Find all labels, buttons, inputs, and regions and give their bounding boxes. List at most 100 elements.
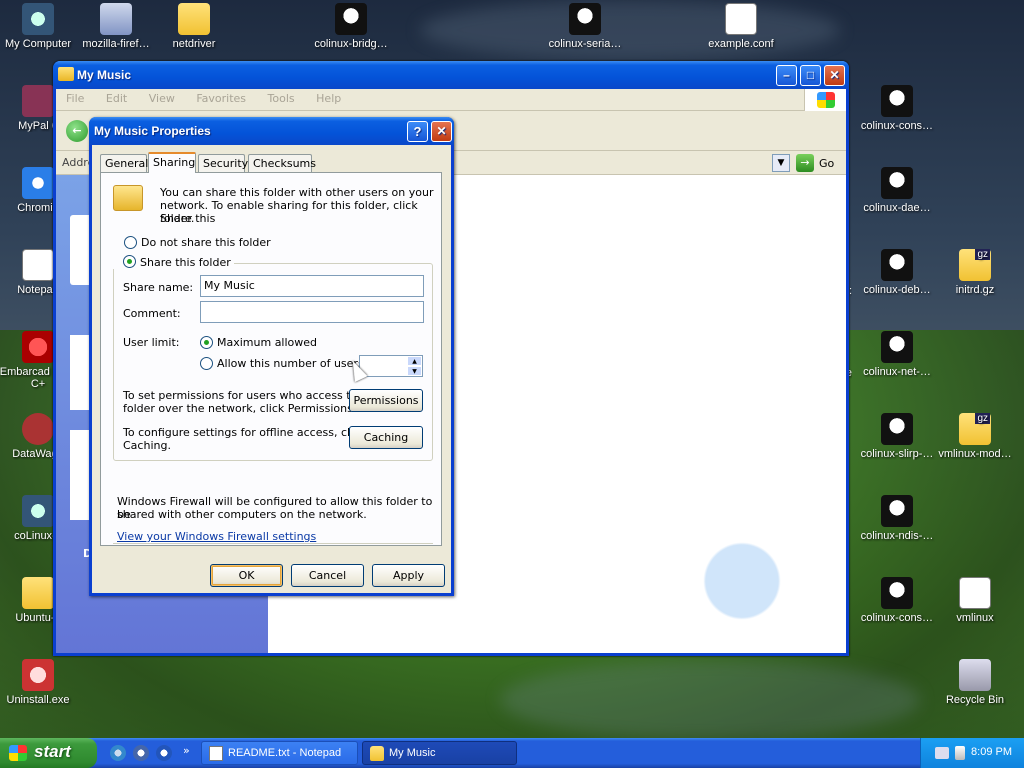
allow-number-radio[interactable]: [200, 357, 213, 370]
share-name-input[interactable]: My Music: [200, 275, 424, 297]
penguin-icon: [335, 3, 367, 35]
go-arrow-icon[interactable]: →: [796, 154, 814, 172]
tab-general[interactable]: General: [100, 154, 148, 172]
dialog-close-button[interactable]: ✕: [431, 121, 452, 142]
start-button[interactable]: start: [0, 738, 97, 768]
desktop-icon-uninstall[interactable]: Uninstall.exe: [0, 659, 78, 706]
menu-tools[interactable]: Tools: [268, 92, 295, 105]
menu-edit[interactable]: Edit: [106, 92, 127, 105]
user-count-spinner[interactable]: ▲ ▼: [359, 355, 423, 377]
maximize-button[interactable]: □: [800, 65, 821, 86]
computer-icon: [22, 3, 54, 35]
permissions-text-line-1: To set permissions for users who access …: [123, 389, 367, 402]
system-tray: 8:09 PM: [920, 738, 1024, 768]
maximum-allowed-label[interactable]: Maximum allowed: [217, 336, 317, 349]
desktop-icon-colinux-bridge[interactable]: colinux-bridg…: [311, 3, 391, 50]
share-this-folder-label[interactable]: Share this folder: [140, 256, 231, 269]
share-name-label: Share name:: [123, 281, 194, 294]
ie-quicklaunch-icon[interactable]: [110, 745, 126, 761]
tab-security[interactable]: Security: [198, 154, 248, 172]
cancel-button[interactable]: Cancel: [291, 564, 364, 587]
apply-button[interactable]: Apply: [372, 564, 445, 587]
devcpp-icon: [22, 331, 54, 363]
quicklaunch-more-icon[interactable]: »: [183, 744, 190, 757]
taskbar-item-notepad[interactable]: README.txt - Notepad: [201, 741, 358, 765]
sharing-panel: You can share this folder with other use…: [100, 172, 442, 546]
folder-icon: [178, 3, 210, 35]
penguin-icon: [881, 167, 913, 199]
intro-text-line-3: folder.: [160, 212, 195, 225]
go-button-label[interactable]: Go: [819, 157, 834, 170]
mypal-icon: [22, 85, 54, 117]
taskbar: start » README.txt - Notepad My Music 8:…: [0, 738, 1024, 768]
menu-help[interactable]: Help: [316, 92, 341, 105]
desktop-icon-recycle-bin[interactable]: Recycle Bin: [935, 659, 1015, 706]
caching-text-line-1: To configure settings for offline access…: [123, 426, 366, 439]
windows-logo-icon: [804, 89, 846, 111]
close-button[interactable]: ✕: [824, 65, 845, 86]
share-groupbox-title: Share this folder: [111, 255, 234, 269]
menu-file[interactable]: File: [66, 92, 84, 105]
spinner-up-button[interactable]: ▲: [407, 356, 422, 366]
notepad-icon: [209, 746, 223, 761]
desktop-icon-colinux-console[interactable]: colinux-cons…: [857, 85, 937, 132]
penguin-icon: [881, 85, 913, 117]
folder-icon: [58, 67, 74, 81]
colinux-icon: [22, 495, 54, 527]
allow-number-label[interactable]: Allow this number of users:: [217, 357, 367, 370]
desktop-icon-colinux-ndis[interactable]: colinux-ndis-…: [857, 495, 937, 542]
taskbar-item-my-music[interactable]: My Music: [362, 741, 517, 765]
desktop-icon-colinux-slirp[interactable]: colinux-slirp-…: [857, 413, 937, 460]
back-arrow-icon[interactable]: ←: [66, 120, 88, 142]
penguin-icon: [881, 249, 913, 281]
windows-flag-icon: [9, 745, 27, 761]
permissions-button[interactable]: Permissions: [349, 389, 423, 412]
desktop-icon-colinux-console-2[interactable]: colinux-cons…: [857, 577, 937, 624]
desktop-icon-colinux-net[interactable]: colinux-net-…: [857, 331, 937, 378]
desktop-icon-colinux-serial[interactable]: colinux-seria…: [545, 3, 625, 50]
datawago-icon: [22, 413, 54, 445]
browser-quicklaunch-icon[interactable]: [133, 745, 149, 761]
comment-label: Comment:: [123, 307, 181, 320]
maximum-allowed-radio[interactable]: [200, 336, 213, 349]
do-not-share-radio[interactable]: [124, 236, 137, 249]
caching-button[interactable]: Caching: [349, 426, 423, 449]
music-note-watermark: [686, 483, 826, 623]
do-not-share-label[interactable]: Do not share this folder: [141, 236, 271, 249]
volume-tray-icon[interactable]: [955, 746, 965, 760]
desktop-icon-example-conf[interactable]: example.conf: [701, 3, 781, 50]
wallpaper-cloud: [500, 660, 920, 740]
share-this-folder-radio[interactable]: [123, 255, 136, 268]
tab-sharing[interactable]: Sharing: [148, 152, 196, 173]
desktop-icon-colinux-daemon[interactable]: colinux-dae…: [857, 167, 937, 214]
dialog-titlebar[interactable]: My Music Properties ? ✕: [89, 117, 454, 145]
ok-button[interactable]: OK: [210, 564, 283, 587]
desktop-icon-netdriver[interactable]: netdriver: [154, 3, 234, 50]
penguin-icon: [881, 413, 913, 445]
comment-input[interactable]: [200, 301, 424, 323]
menu-view[interactable]: View: [149, 92, 175, 105]
minimize-button[interactable]: –: [776, 65, 797, 86]
desktop-icon-vmlinux-modules[interactable]: vmlinux-mod…: [935, 413, 1015, 460]
tab-checksums[interactable]: Checksums: [248, 154, 316, 172]
explorer-titlebar[interactable]: My Music – □ ✕: [53, 61, 849, 89]
clock[interactable]: 8:09 PM: [971, 746, 1012, 758]
properties-dialog: My Music Properties ? ✕ General Sharing …: [89, 117, 454, 596]
menu-favorites[interactable]: Favorites: [196, 92, 246, 105]
desktop-icon-mozilla-firefox[interactable]: mozilla-firef…: [76, 3, 156, 50]
user-limit-label: User limit:: [123, 336, 180, 349]
keyboard-tray-icon[interactable]: [935, 747, 949, 759]
desktop-icon-colinux-debug[interactable]: colinux-deb…: [857, 249, 937, 296]
desktop-icon-initrd[interactable]: initrd.gz: [935, 249, 1015, 296]
media-player-quicklaunch-icon[interactable]: [156, 745, 172, 761]
shared-folder-icon: [113, 185, 143, 211]
address-dropdown-button[interactable]: ▼: [772, 154, 790, 172]
desktop-icon-vmlinux[interactable]: vmlinux: [935, 577, 1015, 624]
desktop-icon-my-computer[interactable]: My Computer: [0, 3, 78, 50]
intro-text-line-2: network. To enable sharing for this fold…: [160, 199, 418, 225]
help-button[interactable]: ?: [407, 121, 428, 142]
firewall-settings-link[interactable]: View your Windows Firewall settings: [117, 530, 316, 543]
notepad-icon: [22, 249, 54, 281]
spinner-down-button[interactable]: ▼: [407, 366, 422, 376]
file-icon: [959, 577, 991, 609]
